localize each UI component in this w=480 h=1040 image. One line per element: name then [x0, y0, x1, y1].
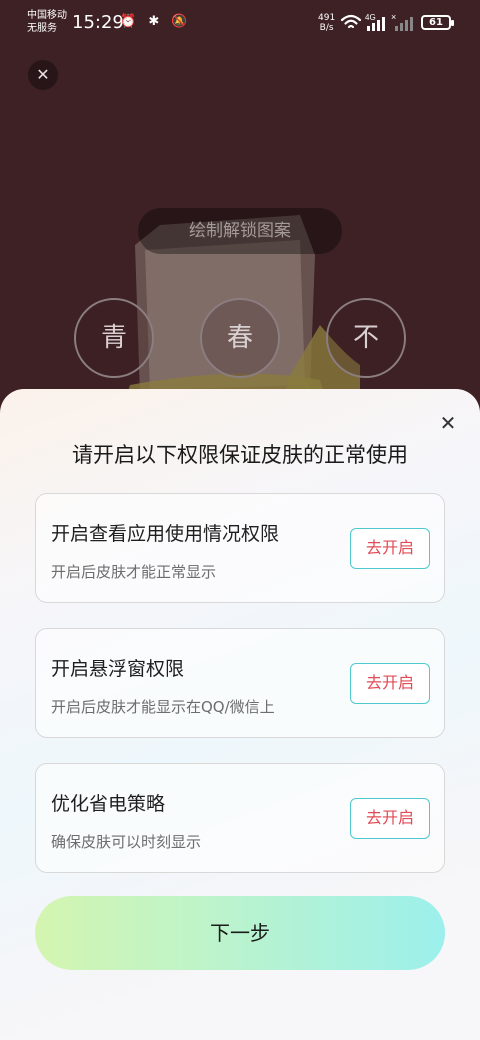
battery-icon: 61	[421, 15, 454, 30]
carrier-info: 中国移动 无服务	[27, 9, 67, 35]
net-speed: 491 B/s	[318, 13, 335, 33]
permission-title: 开启查看应用使用情况权限	[51, 523, 280, 545]
permission-desc: 开启后皮肤才能显示在QQ/微信上	[51, 698, 275, 716]
permission-title: 开启悬浮窗权限	[51, 658, 185, 680]
permission-sheet: ✕ 请开启以下权限保证皮肤的正常使用 开启查看应用使用情况权限 开启后皮肤才能正…	[0, 389, 480, 1040]
svg-text:×: ×	[391, 12, 396, 22]
permission-title: 优化省电策略	[51, 793, 166, 815]
pattern-dot-2[interactable]: 春	[200, 298, 280, 378]
net-speed-value: 491	[318, 13, 336, 23]
permission-card-overlay: 开启悬浮窗权限 开启后皮肤才能显示在QQ/微信上 去开启	[35, 628, 445, 738]
net-speed-unit: B/s	[319, 23, 334, 33]
sheet-title: 请开启以下权限保证皮肤的正常使用	[72, 443, 408, 467]
unlock-hint: 绘制解锁图案	[138, 208, 342, 254]
no-service-signal-icon: ×	[391, 12, 413, 31]
permission-desc: 确保皮肤可以时刻显示	[51, 833, 202, 851]
sheet-close-icon[interactable]: ✕	[434, 409, 462, 437]
permission-desc: 开启后皮肤才能正常显示	[51, 563, 217, 581]
enable-overlay-button[interactable]: 去开启	[350, 663, 430, 704]
carrier-name: 中国移动	[27, 10, 67, 21]
pattern-dot-1[interactable]: 青	[74, 298, 154, 378]
carrier-status: 无服务	[27, 23, 57, 34]
network-type-label: 4G	[365, 13, 376, 22]
status-time: 15:29	[72, 12, 124, 33]
wifi-icon	[340, 14, 362, 29]
signal-icons: 4G ×	[340, 12, 413, 31]
permission-card-usage-access: 开启查看应用使用情况权限 开启后皮肤才能正常显示 去开启	[35, 493, 445, 603]
enable-usage-access-button[interactable]: 去开启	[350, 528, 430, 569]
permission-card-battery: 优化省电策略 确保皮肤可以时刻显示 去开启	[35, 763, 445, 873]
pattern-dot-3[interactable]: 不	[326, 298, 406, 378]
alarm-bluetooth-mute-icons: ⏰ ✱ 🔕	[120, 14, 192, 29]
next-step-button[interactable]: 下一步	[35, 896, 445, 970]
close-icon[interactable]: ✕	[28, 60, 58, 90]
enable-battery-optimization-button[interactable]: 去开启	[350, 798, 430, 839]
status-bar: 中国移动 无服务 15:29 ⏰ ✱ 🔕 491 B/s 4G × 61	[0, 0, 480, 48]
